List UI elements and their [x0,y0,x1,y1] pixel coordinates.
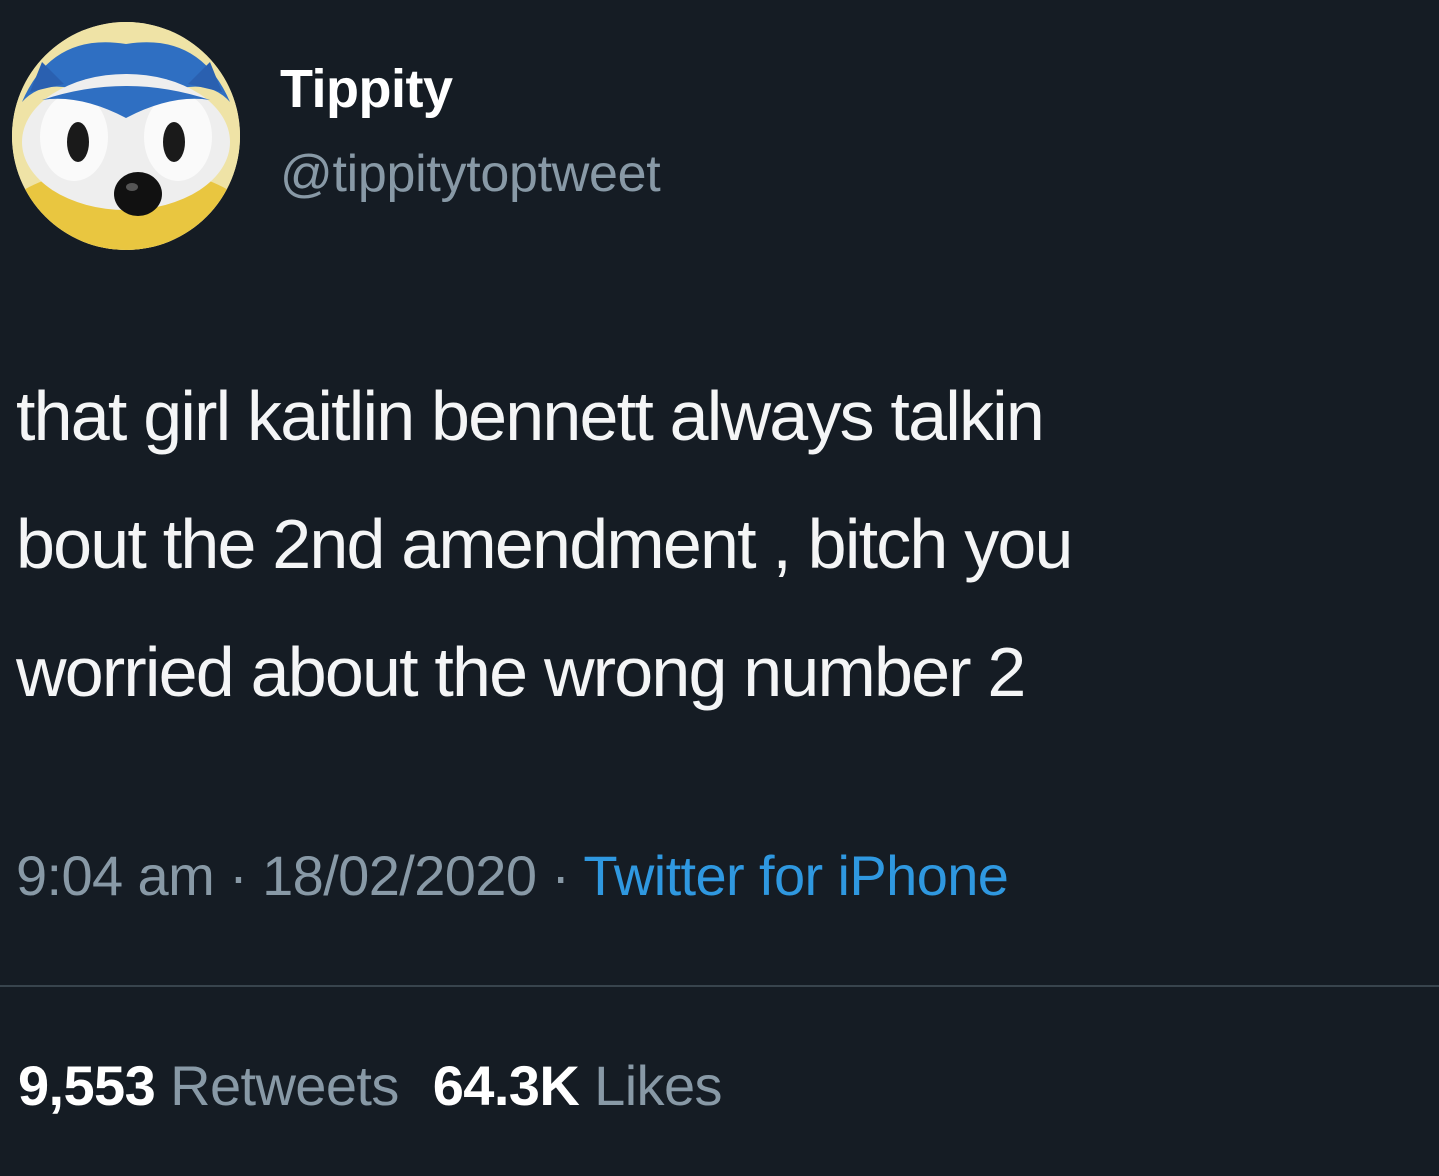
retweets-label: Retweets [170,1054,399,1117]
tweet-source-link[interactable]: Twitter for iPhone [583,844,1009,907]
sonic-avatar-icon [12,22,240,250]
likes-label: Likes [594,1054,722,1117]
tweet-text-line: bout the 2nd amendment , bitch you [16,505,1073,583]
tweet-text-line: worried about the wrong number 2 [16,633,1026,711]
display-name[interactable]: Tippity [280,62,453,116]
tweet-text-line: that girl kaitlin bennett always talkin [16,377,1045,455]
tweet-time[interactable]: 9:04 am [16,844,215,907]
tweet-meta: 9:04 am · 18/02/2020 · Twitter for iPhon… [16,848,1009,904]
tweet-stats: 9,553 Retweets 64.3K Likes [18,1058,722,1114]
tweet-card: Tippity @tippitytoptweet that girl kaitl… [0,0,1439,1176]
avatar[interactable] [12,22,240,250]
tweet-date[interactable]: 18/02/2020 [262,844,537,907]
divider [0,985,1439,987]
retweets-count: 9,553 [18,1054,156,1117]
meta-separator: · [214,844,263,907]
meta-separator: · [536,844,584,907]
retweets-stat[interactable]: 9,553 Retweets [18,1054,399,1117]
tweet-text: that girl kaitlin bennett always talkin … [16,352,1436,736]
likes-count: 64.3K [432,1054,580,1117]
user-handle[interactable]: @tippitytoptweet [280,148,661,200]
likes-stat[interactable]: 64.3K Likes [432,1054,723,1117]
